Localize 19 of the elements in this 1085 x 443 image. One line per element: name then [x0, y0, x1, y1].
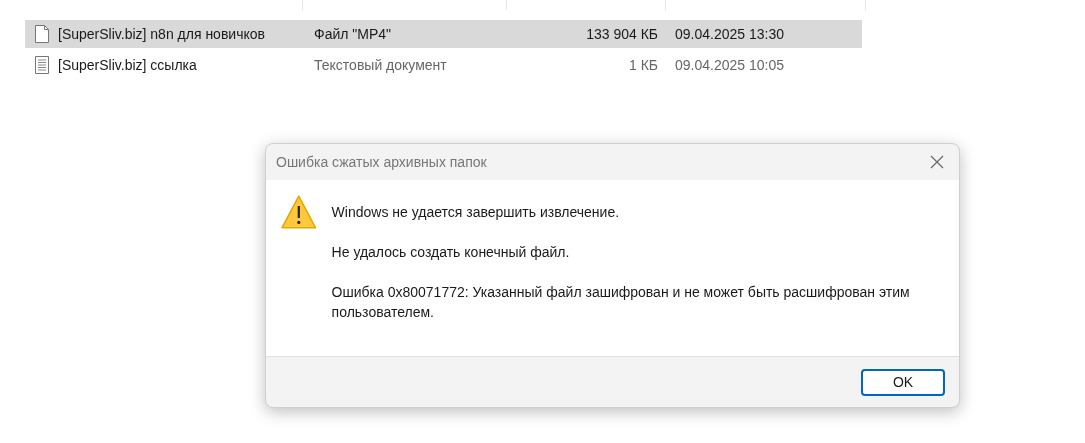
- close-icon[interactable]: [930, 155, 944, 169]
- text-file-icon: [34, 56, 49, 74]
- file-name: [SuperSliv.biz] n8n для новичков: [58, 24, 266, 44]
- file-name: [SuperSliv.biz] ссылка: [58, 55, 198, 75]
- file-date: 09.04.2025 13:30: [675, 24, 784, 44]
- dialog-message: Ошибка 0x80071772: Указанный файл зашифрован и не может быть расшифрован этим пользователем.: [331, 283, 911, 322]
- dialog-title: Ошибка сжатых архивных папок: [276, 152, 487, 172]
- dialog-message: Не удалось создать конечный файл.: [331, 243, 571, 262]
- file-size: 1 КБ: [627, 55, 658, 75]
- file-type: Текстовый документ: [314, 55, 448, 75]
- file-size: 133 904 КБ: [585, 24, 658, 44]
- file-icon: [34, 25, 49, 43]
- file-row[interactable]: [SuperSliv.biz] ссылка Текстовый документ 1 КБ 09.04.2025 10:05: [25, 51, 862, 79]
- file-type: Файл "MP4": [314, 24, 393, 44]
- warning-icon: [280, 194, 318, 230]
- file-date: 09.04.2025 10:05: [675, 55, 784, 75]
- dialog-message: Windows не удается завершить извлечение.: [331, 203, 621, 222]
- ok-button[interactable]: OK: [861, 368, 945, 396]
- file-row[interactable]: [SuperSliv.biz] n8n для новичков Файл "MP4" 133 904 КБ 09.04.2025 13:30: [25, 20, 862, 48]
